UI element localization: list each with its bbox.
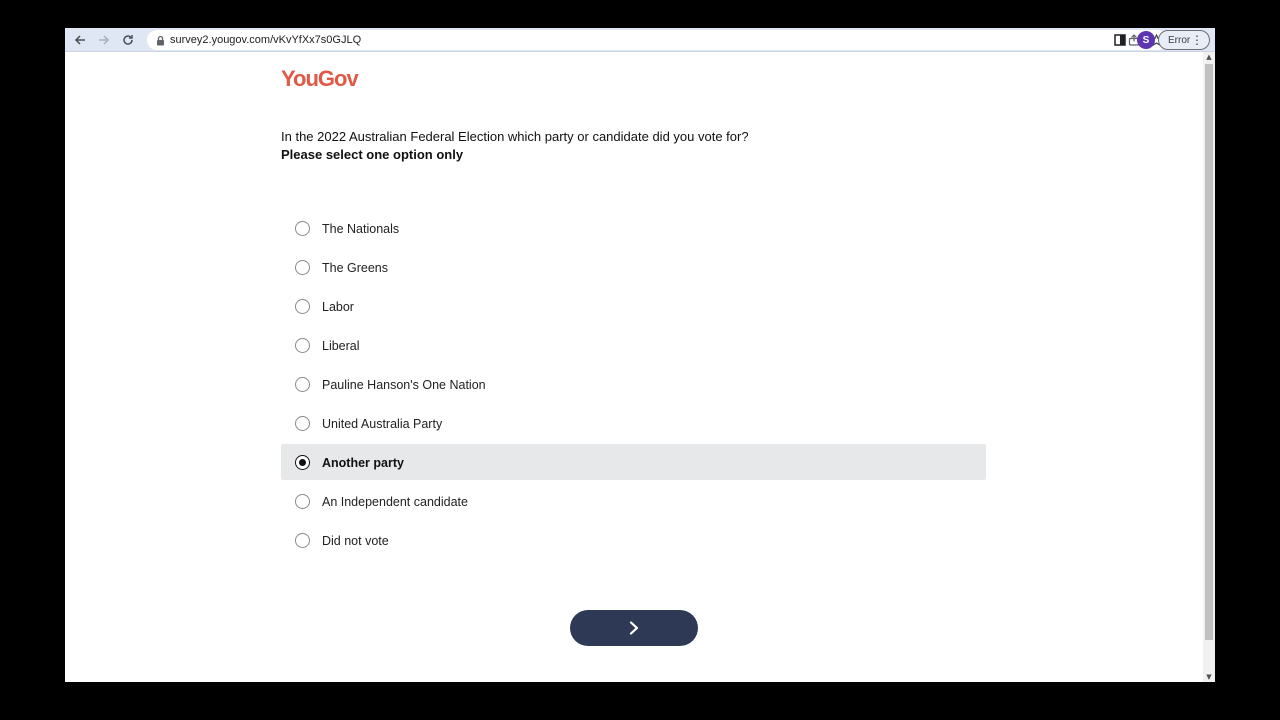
- option-did-not-vote[interactable]: Did not vote: [281, 522, 986, 558]
- back-button[interactable]: [71, 31, 89, 49]
- option-label[interactable]: Another party: [322, 455, 404, 471]
- option-label[interactable]: United Australia Party: [322, 416, 442, 432]
- option-label[interactable]: Did not vote: [322, 533, 389, 549]
- lock-icon[interactable]: [154, 34, 166, 46]
- option-one-nation[interactable]: Pauline Hanson's One Nation: [281, 366, 986, 402]
- scrollbar[interactable]: ▲ ▼: [1203, 52, 1215, 682]
- option-united-australia-party[interactable]: United Australia Party: [281, 405, 986, 441]
- option-the-greens[interactable]: The Greens: [281, 249, 986, 285]
- option-label[interactable]: An Independent candidate: [322, 494, 468, 510]
- kebab-menu-icon: ⋮: [1191, 33, 1203, 47]
- radio-button[interactable]: [295, 494, 310, 509]
- side-panel-icon: [1114, 34, 1126, 46]
- option-label[interactable]: The Nationals: [322, 221, 399, 237]
- option-label[interactable]: Labor: [322, 299, 354, 315]
- radio-button[interactable]: [295, 299, 310, 314]
- radio-button[interactable]: [295, 260, 310, 275]
- error-menu-button[interactable]: Error ⋮: [1158, 30, 1210, 50]
- scroll-up-arrow-icon[interactable]: ▲: [1203, 52, 1215, 62]
- option-label[interactable]: Liberal: [322, 338, 360, 354]
- address-bar[interactable]: survey2.yougov.com/vKvYfXx7s0GJLQ: [147, 30, 1167, 50]
- arrow-right-icon: [99, 35, 110, 45]
- option-label[interactable]: The Greens: [322, 260, 388, 276]
- arrow-left-icon: [74, 35, 85, 45]
- option-label[interactable]: Pauline Hanson's One Nation: [322, 377, 486, 393]
- radio-button[interactable]: [295, 221, 310, 236]
- instruction-text: Please select one option only: [281, 147, 464, 162]
- side-panel-button[interactable]: [1111, 31, 1129, 49]
- yougov-logo: YouGov: [281, 66, 359, 91]
- reload-icon: [123, 35, 133, 45]
- url-text[interactable]: survey2.yougov.com/vKvYfXx7s0GJLQ: [170, 33, 361, 47]
- error-label: Error: [1168, 34, 1191, 46]
- option-the-nationals[interactable]: The Nationals: [281, 210, 986, 246]
- radio-button[interactable]: [295, 377, 310, 392]
- option-liberal[interactable]: Liberal: [281, 327, 986, 363]
- browser-toolbar: survey2.yougov.com/vKvYfXx7s0GJLQ S Erro…: [65, 28, 1215, 52]
- reload-button[interactable]: [119, 31, 137, 49]
- option-independent-candidate[interactable]: An Independent candidate: [281, 483, 986, 519]
- chevron-right-icon: [629, 621, 639, 635]
- radio-button[interactable]: [295, 416, 310, 431]
- browser-window: survey2.yougov.com/vKvYfXx7s0GJLQ S Erro…: [65, 28, 1215, 682]
- scrollbar-thumb[interactable]: [1205, 64, 1213, 640]
- radio-button[interactable]: [295, 338, 310, 353]
- radio-button-selected[interactable]: [295, 455, 310, 470]
- survey-page: YouGov In the 2022 Australian Federal El…: [65, 52, 1203, 682]
- option-labor[interactable]: Labor: [281, 288, 986, 324]
- question-text: In the 2022 Australian Federal Election …: [281, 129, 749, 144]
- forward-button[interactable]: [95, 31, 113, 49]
- radio-button[interactable]: [295, 533, 310, 548]
- profile-avatar[interactable]: S: [1137, 31, 1155, 49]
- next-button[interactable]: [570, 610, 698, 646]
- scroll-down-arrow-icon[interactable]: ▼: [1203, 672, 1215, 682]
- option-another-party[interactable]: Another party: [281, 444, 986, 480]
